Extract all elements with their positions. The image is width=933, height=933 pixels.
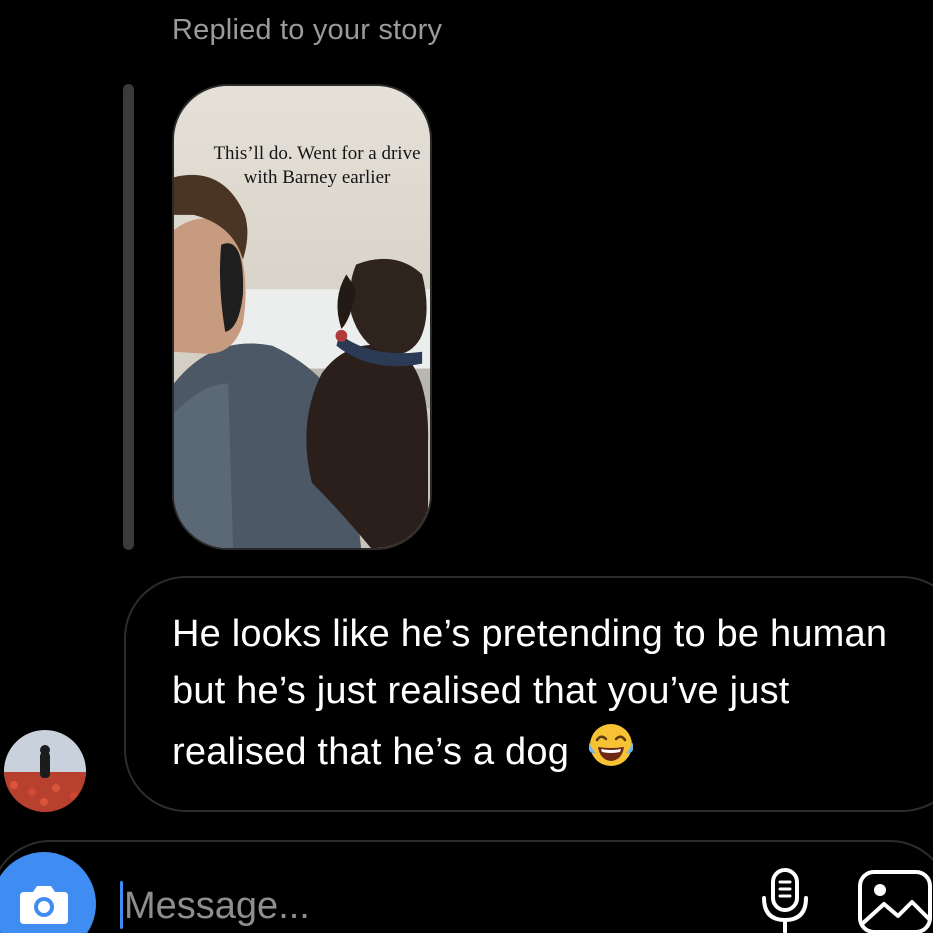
replied-to-story-label: Replied to your story — [172, 14, 443, 46]
message-input[interactable] — [124, 880, 684, 932]
microphone-icon — [762, 868, 808, 933]
story-preview[interactable]: This’ll do. Went for a drive with Barney… — [172, 84, 432, 550]
gallery-icon — [858, 870, 932, 933]
avatar-photo — [4, 730, 86, 812]
message-body: He looks like he’s pretending to be huma… — [172, 613, 888, 773]
reply-indicator-bar — [123, 84, 134, 550]
story-caption: This’ll do. Went for a drive with Barney… — [213, 143, 421, 188]
dm-thread-screen: Replied to your story This’ll do. Went f… — [0, 0, 933, 933]
text-cursor — [120, 881, 123, 929]
camera-icon — [20, 886, 68, 924]
sender-avatar[interactable] — [4, 730, 86, 812]
face-with-tears-of-joy-icon — [588, 724, 633, 766]
message-text: He looks like he’s pretending to be huma… — [172, 606, 932, 781]
microphone-button[interactable] — [754, 866, 816, 933]
gallery-button[interactable] — [856, 866, 933, 933]
